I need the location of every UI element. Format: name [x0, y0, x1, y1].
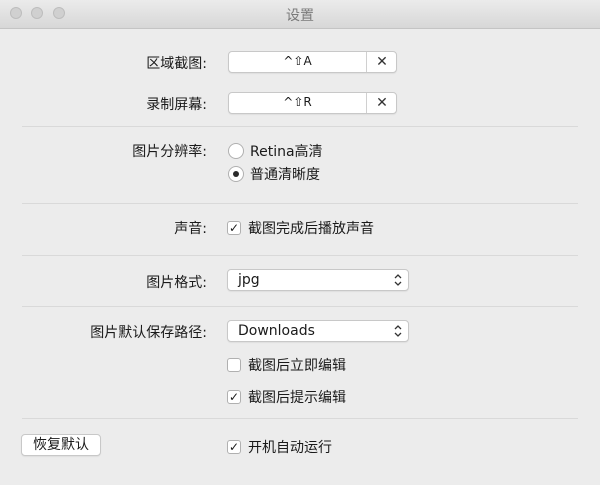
format-select-value: jpg — [238, 272, 260, 288]
edit-immediately-checkbox[interactable] — [227, 358, 241, 372]
screen-record-shortcut-value: ^⇧R — [283, 95, 312, 109]
radio-retina-label: Retina高清 — [250, 144, 323, 160]
prompt-edit-label: 截图后提示编辑 — [248, 390, 346, 406]
resolution-label: 图片分辨率: — [132, 144, 207, 160]
prompt-edit-checkbox[interactable]: ✓ — [227, 390, 241, 404]
radio-normal[interactable] — [228, 166, 244, 182]
screen-record-clear-button[interactable]: ✕ — [367, 93, 397, 113]
save-path-select-value: Downloads — [238, 323, 315, 339]
window-title: 设置 — [286, 8, 314, 24]
screen-record-shortcut-field[interactable]: ^⇧R ✕ — [228, 92, 397, 114]
format-select[interactable]: jpg — [227, 269, 409, 291]
restore-defaults-button[interactable]: 恢复默认 — [21, 434, 101, 456]
sound-checkbox[interactable]: ✓ — [227, 221, 241, 235]
section-divider — [22, 418, 578, 419]
area-capture-clear-button[interactable]: ✕ — [367, 52, 397, 72]
title-bar: 设置 — [0, 0, 600, 29]
area-capture-shortcut-field[interactable]: ^⇧A ✕ — [228, 51, 397, 73]
radio-normal-label: 普通清晰度 — [250, 167, 320, 183]
settings-window: 设置 区域截图: ^⇧A ✕ 录制屏幕: ^⇧R ✕ 图片分辨率: Retina… — [0, 0, 600, 485]
area-capture-shortcut-value: ^⇧A — [283, 54, 312, 68]
edit-immediately-label: 截图后立即编辑 — [248, 358, 346, 374]
autostart-label: 开机自动运行 — [248, 440, 332, 456]
section-divider — [22, 306, 578, 307]
sound-label: 声音: — [174, 221, 207, 237]
sound-option-label: 截图完成后播放声音 — [248, 221, 374, 237]
screen-record-label: 录制屏幕: — [146, 97, 207, 113]
save-path-select[interactable]: Downloads — [227, 320, 409, 342]
area-capture-label: 区域截图: — [146, 56, 207, 72]
radio-retina[interactable] — [228, 143, 244, 159]
save-path-label: 图片默认保存路径: — [90, 325, 207, 341]
section-divider — [22, 203, 578, 204]
autostart-checkbox[interactable]: ✓ — [227, 440, 241, 454]
section-divider — [22, 255, 578, 256]
updown-chevron-icon — [394, 325, 402, 337]
updown-chevron-icon — [394, 274, 402, 286]
section-divider — [22, 126, 578, 127]
format-label: 图片格式: — [146, 275, 207, 291]
